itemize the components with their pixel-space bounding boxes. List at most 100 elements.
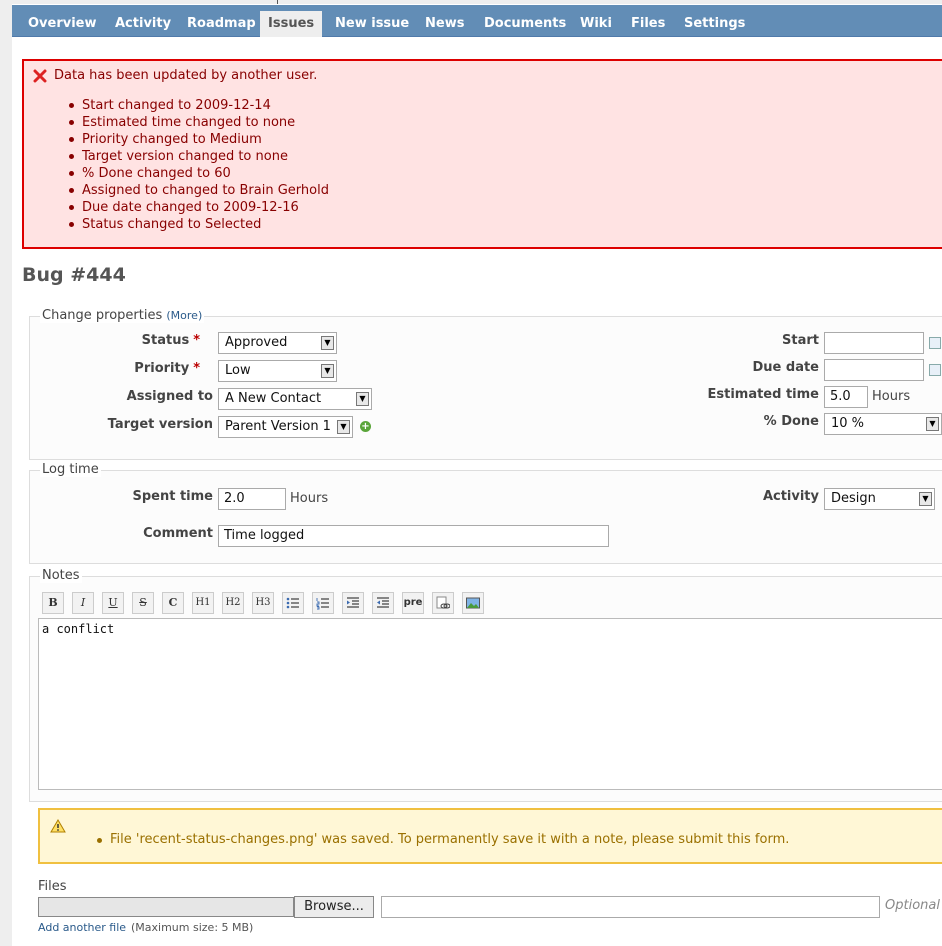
required-marker: * — [193, 361, 200, 376]
file-description-input[interactable] — [381, 896, 880, 918]
underline-button[interactable]: U — [102, 592, 124, 614]
estimated-time-input[interactable]: 5.0 — [824, 386, 868, 408]
warning-message: File 'recent-status-changes.png' was sav… — [96, 832, 790, 847]
spent-time-input[interactable]: 2.0 — [218, 488, 286, 510]
numbered-list-button[interactable] — [312, 592, 334, 614]
image-icon — [466, 597, 480, 609]
calendar-icon[interactable] — [929, 364, 941, 376]
bulleted-list-icon — [286, 597, 299, 609]
estimated-time-label: Estimated time — [707, 387, 819, 402]
list-item: Status changed to Selected — [69, 216, 329, 233]
tab-overview[interactable]: Overview — [20, 11, 105, 36]
list-item: Priority changed to Medium — [69, 131, 329, 148]
start-label: Start — [782, 333, 819, 348]
tab-files[interactable]: Files — [623, 11, 673, 36]
list-item: Start changed to 2009-12-14 — [69, 97, 329, 114]
estimated-time-unit: Hours — [872, 389, 911, 404]
change-properties-legend: Change properties (More) — [40, 308, 205, 323]
warning-icon — [50, 819, 66, 833]
priority-select[interactable]: Low ▼ — [218, 360, 337, 382]
comment-label: Comment — [143, 526, 213, 541]
add-another-file-link[interactable]: Add another file — [38, 921, 126, 934]
heading2-button[interactable]: H2 — [222, 592, 244, 614]
error-x-icon — [33, 69, 47, 83]
top-tick — [277, 0, 278, 4]
heading1-button[interactable]: H1 — [192, 592, 214, 614]
wiki-link-button[interactable] — [432, 592, 454, 614]
outdent-button[interactable] — [372, 592, 394, 614]
start-date-input[interactable] — [824, 332, 924, 354]
target-version-label: Target version — [107, 417, 213, 432]
more-link[interactable]: (More) — [166, 309, 202, 322]
tab-roadmap[interactable]: Roadmap — [179, 11, 264, 36]
spent-time-unit: Hours — [290, 491, 329, 506]
dropdown-arrow-icon: ▼ — [926, 417, 939, 431]
browse-button[interactable]: Browse... — [294, 896, 374, 918]
status-select[interactable]: Approved ▼ — [218, 332, 337, 354]
done-ratio-select-value: 10 % — [831, 416, 865, 431]
italic-button[interactable]: I — [72, 592, 94, 614]
strikethrough-button[interactable]: S — [132, 592, 154, 614]
required-marker: * — [193, 333, 200, 348]
numbered-list-icon — [316, 598, 329, 610]
error-title: Data has been updated by another user. — [54, 68, 318, 83]
comment-input[interactable]: Time logged — [218, 525, 609, 547]
assigned-to-select-value: A New Contact — [225, 391, 322, 406]
dropdown-arrow-icon: ▼ — [337, 420, 350, 434]
status-label-text: Status — [141, 333, 190, 348]
top-strip — [0, 0, 942, 4]
tab-news[interactable]: News — [417, 11, 472, 36]
calendar-icon[interactable] — [929, 337, 941, 349]
main-menu-tabs: Overview Activity Roadmap Issues New iss… — [12, 5, 942, 37]
preformatted-button[interactable]: pre — [402, 592, 424, 614]
add-version-icon[interactable]: + — [360, 421, 371, 432]
log-time-fieldset — [29, 470, 942, 564]
heading3-button[interactable]: H3 — [252, 592, 274, 614]
indent-button[interactable] — [342, 592, 364, 614]
max-size-note: (Maximum size: 5 MB) — [131, 921, 254, 934]
assigned-to-select[interactable]: A New Contact ▼ — [218, 388, 372, 410]
conflict-error-box: Data has been updated by another user. S… — [22, 59, 942, 249]
dropdown-arrow-icon: ▼ — [919, 492, 932, 506]
list-item: Target version changed to none — [69, 148, 329, 165]
target-version-select[interactable]: Parent Version 1 ▼ — [218, 416, 353, 438]
log-time-legend: Log time — [40, 462, 101, 477]
optional-description-text: Optional d — [885, 898, 942, 913]
list-item: Estimated time changed to none — [69, 114, 329, 131]
status-label: Status * — [142, 333, 200, 348]
tab-documents[interactable]: Documents — [476, 11, 574, 36]
done-ratio-select[interactable]: 10 % ▼ — [824, 413, 942, 435]
dropdown-arrow-icon: ▼ — [321, 336, 334, 350]
dropdown-arrow-icon: ▼ — [356, 392, 369, 406]
activity-label: Activity — [762, 489, 819, 504]
change-properties-legend-text: Change properties — [42, 308, 163, 323]
bulleted-list-button[interactable] — [282, 592, 304, 614]
priority-label: Priority * — [134, 361, 200, 376]
left-gutter — [0, 0, 12, 946]
tab-new-issue[interactable]: New issue — [327, 11, 417, 36]
notes-textarea[interactable]: a conflict — [38, 618, 942, 790]
tab-wiki[interactable]: Wiki — [572, 11, 620, 36]
indent-icon — [347, 597, 359, 608]
bold-button[interactable]: B — [42, 592, 64, 614]
tab-settings[interactable]: Settings — [676, 11, 753, 36]
list-item: % Done changed to 60 — [69, 165, 329, 182]
status-select-value: Approved — [225, 335, 288, 350]
page-title: Bug #444 — [22, 264, 126, 286]
spent-time-label: Spent time — [132, 489, 213, 504]
notes-legend: Notes — [40, 568, 82, 583]
image-button[interactable] — [462, 592, 484, 614]
due-date-label: Due date — [752, 360, 820, 375]
dropdown-arrow-icon: ▼ — [321, 364, 334, 378]
due-date-input[interactable] — [824, 359, 924, 381]
outdent-icon — [377, 597, 389, 608]
tab-activity[interactable]: Activity — [107, 11, 179, 36]
code-button[interactable]: C — [162, 592, 184, 614]
tab-issues[interactable]: Issues — [260, 11, 323, 37]
target-version-select-value: Parent Version 1 — [225, 419, 331, 434]
files-label: Files — [38, 879, 67, 894]
file-saved-warning: File 'recent-status-changes.png' was sav… — [38, 808, 942, 864]
file-path-input[interactable] — [38, 897, 294, 917]
error-change-list: Start changed to 2009-12-14 Estimated ti… — [69, 97, 329, 233]
activity-select[interactable]: Design ▼ — [824, 488, 935, 510]
